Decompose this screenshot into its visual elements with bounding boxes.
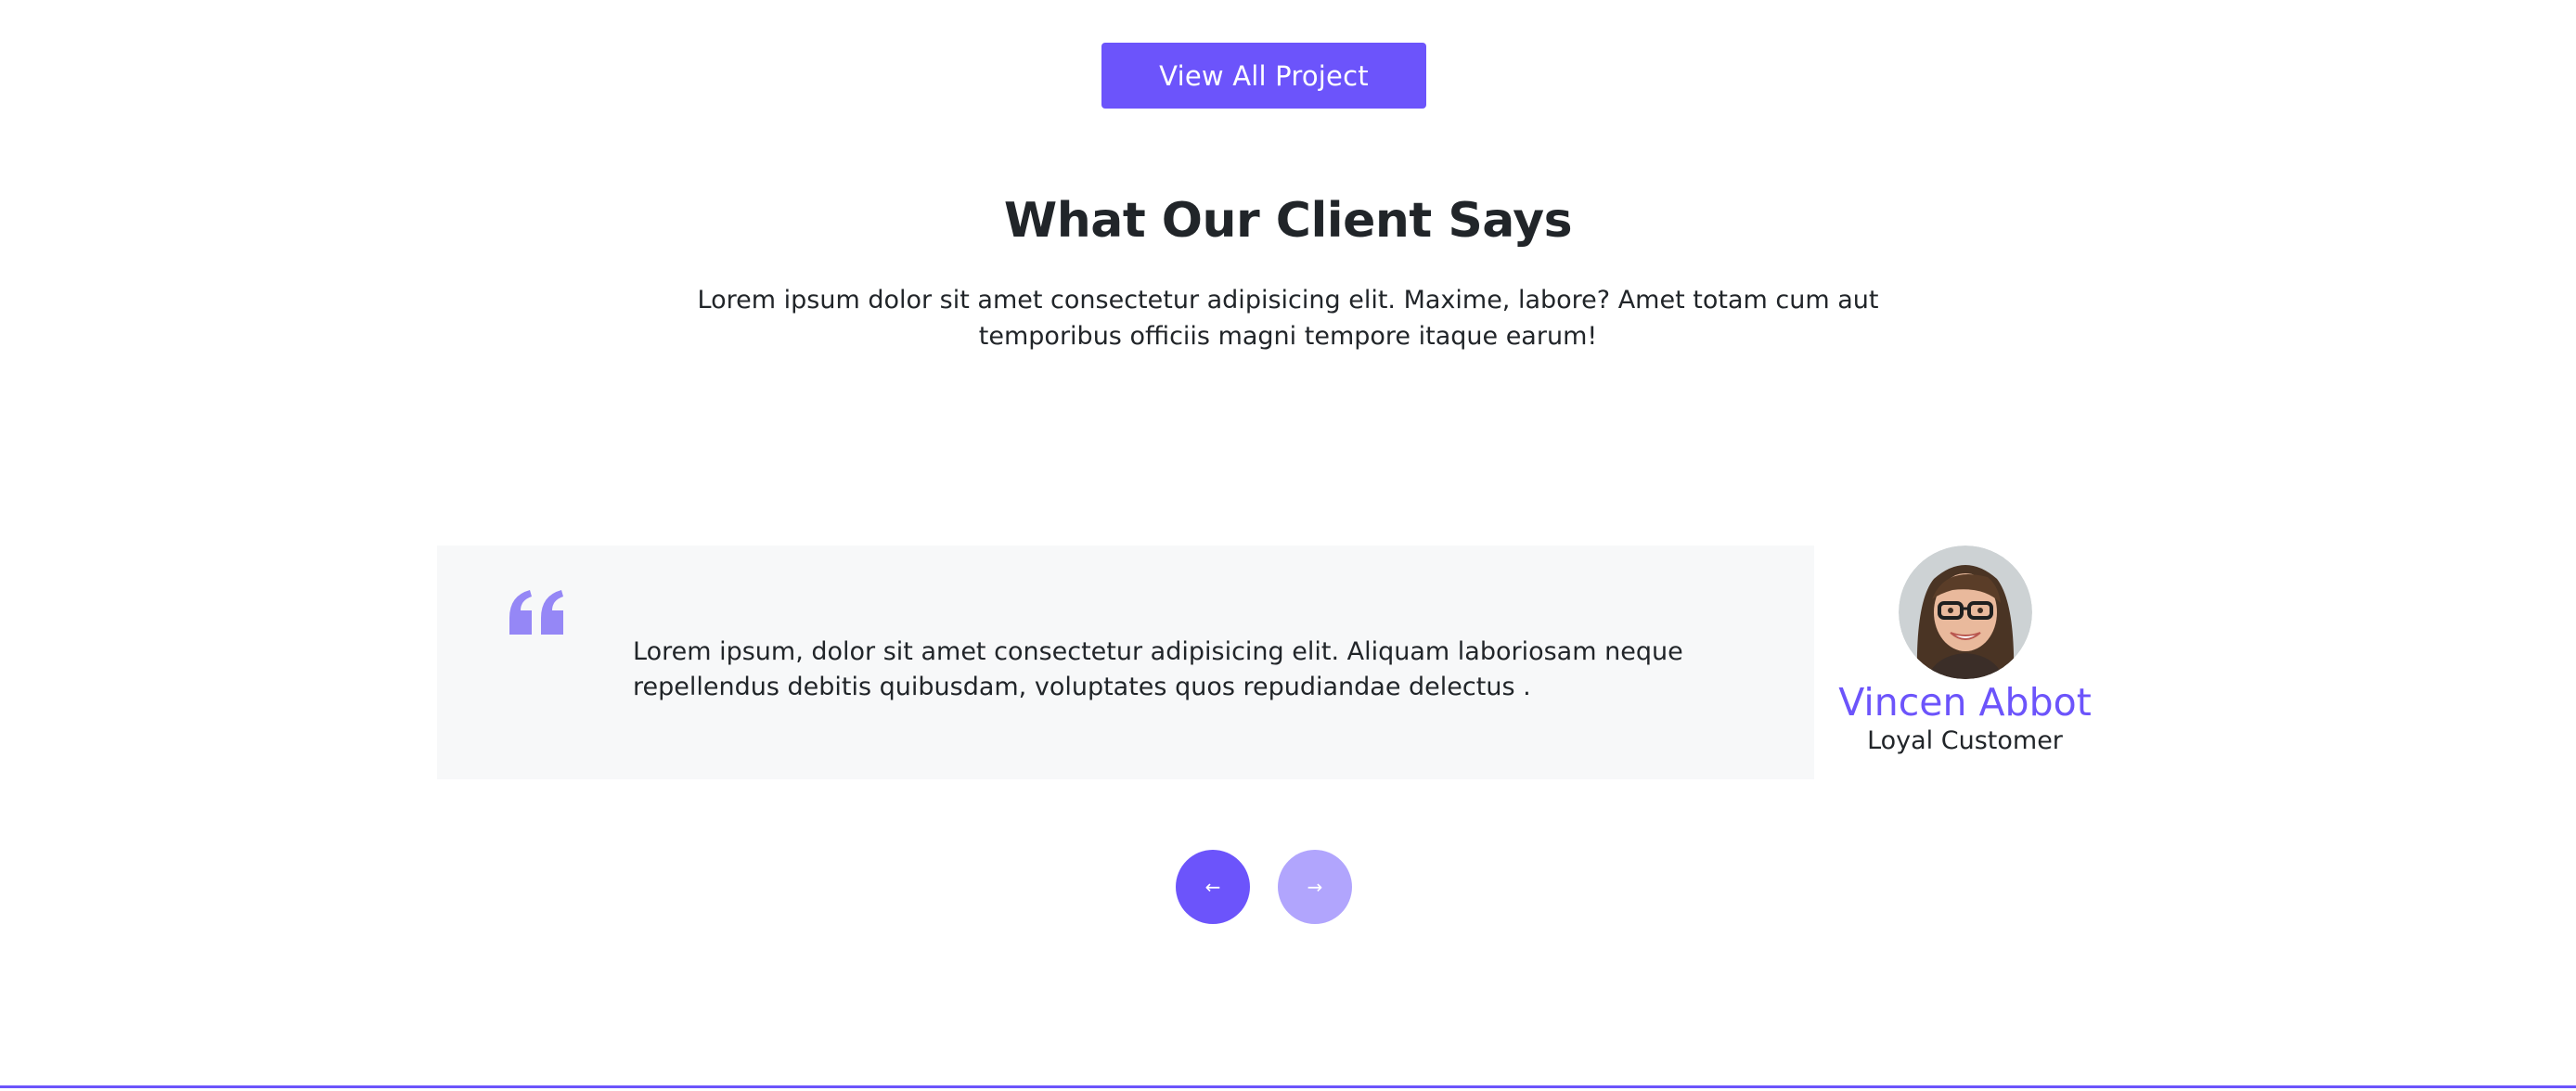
section-title: What Our Client Says bbox=[1003, 193, 1573, 249]
footer-divider bbox=[0, 1085, 2576, 1088]
avatar bbox=[1898, 546, 2032, 679]
testimonial-author: Vincen Abbot Loyal Customer bbox=[1833, 546, 2097, 757]
next-button[interactable]: → bbox=[1278, 850, 1352, 924]
section-subtitle: Lorem ipsum dolor sit amet consectetur a… bbox=[697, 286, 1879, 351]
author-role: Loyal Customer bbox=[1867, 726, 2063, 755]
arrow-right-icon: → bbox=[1307, 876, 1323, 898]
testimonial-card: Lorem ipsum, dolor sit amet consectetur … bbox=[437, 546, 1814, 779]
arrow-left-icon: ← bbox=[1204, 876, 1221, 898]
testimonial-text: Lorem ipsum, dolor sit amet consectetur … bbox=[633, 637, 1683, 701]
quote-icon bbox=[506, 583, 571, 648]
page: View All Project What Our Client Says Lo… bbox=[0, 0, 2576, 1091]
previous-button[interactable]: ← bbox=[1176, 850, 1250, 924]
view-all-project-button[interactable]: View All Project bbox=[1101, 43, 1426, 109]
author-name: Vincen Abbot bbox=[1838, 680, 2092, 725]
